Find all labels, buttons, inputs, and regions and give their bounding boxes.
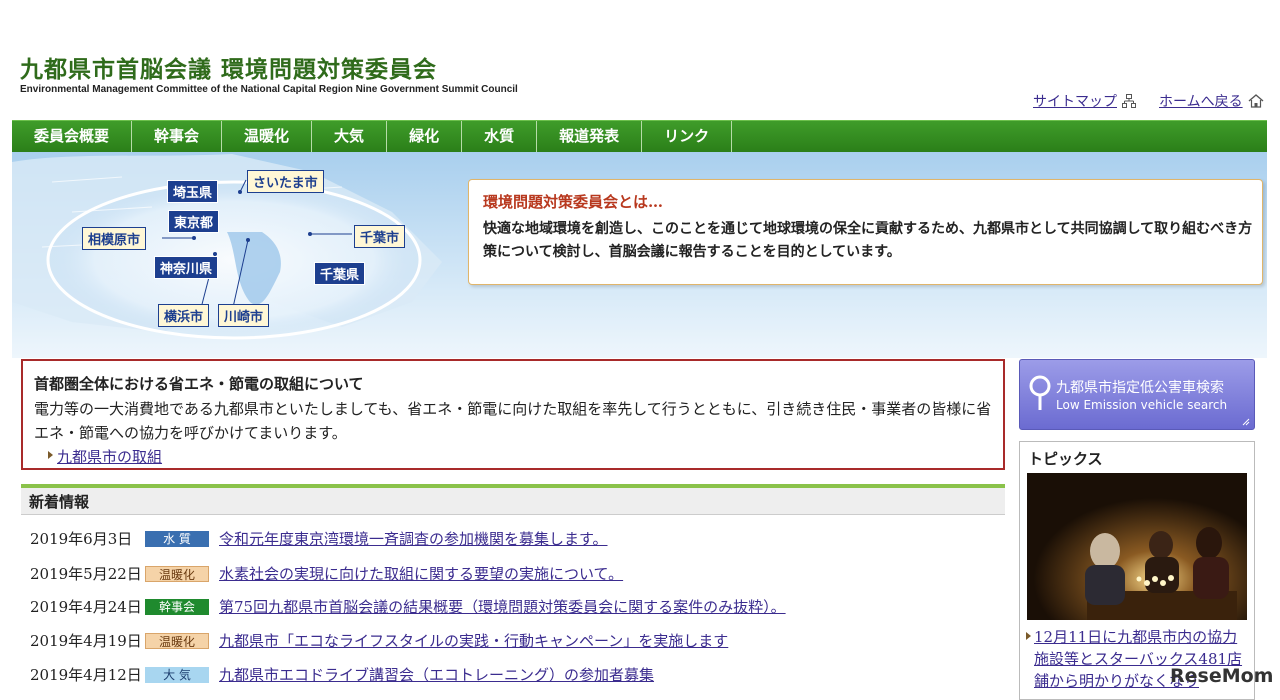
topics-title: トピックス [1028,450,1103,468]
category-badge-secretariat: 幹事会 [145,599,209,615]
nav-item-committee[interactable]: 委員会概要 [12,121,133,153]
nav-item-water[interactable]: 水質 [462,121,538,153]
energy-saving-notice: 首都圏全体における省エネ・節電の取組について 電力等の一大消費地である九都県市と… [21,359,1005,470]
map-label-tokyo[interactable]: 東京都 [168,210,220,233]
category-badge-warming: 温暖化 [145,633,209,649]
search-label-ja: 九都県市指定低公害車検索 [1056,380,1224,396]
about-text: 快適な地域環境を創造し、このことを通じて地球環境の保全に貢献するため、九都県市と… [483,221,1253,260]
map-label-saitama-pref[interactable]: 埼玉県 [167,180,219,203]
news-date: 2019年4月12日 [30,666,142,684]
watermark-logo: ReseMom [1170,665,1274,687]
map-label-yokohama[interactable]: 横浜市 [158,304,210,327]
search-label-en: Low Emission vehicle search [1056,398,1228,412]
map-label-chiba-pref[interactable]: 千葉県 [314,262,366,285]
topic-photo[interactable] [1027,473,1247,620]
about-title: 環境問題対策委員会とは… [483,193,664,211]
arrow-right-icon [1026,632,1031,640]
category-badge-air: 大 気 [145,667,209,683]
nav-item-links[interactable]: リンク [642,121,733,153]
news-link[interactable]: 第75回九都県市首脳会議の結果概要（環境問題対策委員会に関する案件のみ抜粋）。 [219,596,786,617]
resize-corner-icon [1242,418,1250,426]
news-link[interactable]: 九都県市エコドライブ講習会（エコトレーニング）の参加者募集 [219,664,654,685]
topics-panel: トピックス 12月11日に九都県市内の協力施設等とスターバックス481店舗から明… [1019,441,1255,700]
news-date: 2019年4月24日 [30,598,142,616]
nav-item-warming[interactable]: 温暖化 [222,121,313,153]
news-date: 2019年4月19日 [30,632,142,650]
sitemap-link[interactable]: サイトマップ [1033,91,1136,111]
map-label-sagamihara[interactable]: 相模原市 [82,227,147,250]
news-heading: 新着情報 [29,493,90,511]
home-icon [1248,94,1264,108]
category-badge-water: 水 質 [145,531,209,547]
sitemap-link-label: サイトマップ [1033,94,1117,110]
nav-item-secretariat[interactable]: 幹事会 [132,121,223,153]
news-header: 新着情報 [21,488,1005,515]
notice-title: 首都圏全体における省エネ・節電の取組について [34,375,364,393]
nav-item-press[interactable]: 報道発表 [537,121,643,153]
map-label-saitama-city[interactable]: さいたま市 [247,170,324,193]
about-box: 環境問題対策委員会とは… 快適な地域環境を創造し、このことを通じて地球環境の保全… [468,179,1263,285]
low-emission-vehicle-search-button[interactable]: 九都県市指定低公害車検索 Low Emission vehicle search [1019,359,1255,430]
nav-item-air[interactable]: 大気 [312,121,388,153]
news-date: 2019年5月22日 [30,565,142,583]
sitemap-icon [1122,94,1136,108]
news-date: 2019年6月3日 [30,530,133,548]
region-map [12,154,442,340]
main-nav: 委員会概要 幹事会 温暖化 大気 緑化 水質 報道発表 リンク [12,120,1267,153]
notice-text: 電力等の一大消費地である九都県市といたしましても、省エネ・節電に向けた取組を率先… [34,400,992,442]
category-badge-warming: 温暖化 [145,566,209,582]
map-label-kanagawa[interactable]: 神奈川県 [154,256,219,279]
hero-banner: 埼玉県 さいたま市 東京都 相模原市 神奈川県 千葉市 千葉県 横浜市 川崎市 … [12,152,1267,358]
news-link[interactable]: 九都県市「エコなライフスタイルの実践・行動キャンペーン」を実施します [219,630,728,651]
map-label-chiba-city[interactable]: 千葉市 [354,225,406,248]
arrow-right-icon [48,451,53,459]
notice-link[interactable]: 九都県市の取組 [57,446,162,467]
home-link-label: ホームへ戻る [1159,94,1243,110]
home-link[interactable]: ホームへ戻る [1159,91,1264,111]
news-link[interactable]: 水素社会の実現に向けた取組に関する要望の実施について。 [219,563,623,584]
news-link[interactable]: 令和元年度東京湾環境一斉調査の参加機関を募集します。 [219,528,608,549]
site-subtitle: Environmental Management Committee of th… [20,84,518,95]
site-title[interactable]: 九都県市首脳会議 環境問題対策委員会 [20,50,437,84]
map-label-kawasaki[interactable]: 川崎市 [218,304,270,327]
magnifier-icon [1029,375,1051,410]
nav-item-greening[interactable]: 緑化 [387,121,463,153]
